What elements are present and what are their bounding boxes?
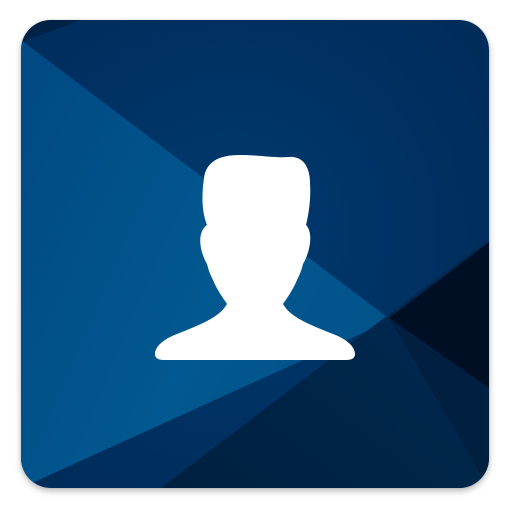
app-icon-artwork: [21, 20, 489, 488]
app-icon-title: [21, 20, 22, 21]
app-icon-canvas: [0, 0, 512, 512]
user-app-icon[interactable]: [21, 20, 489, 488]
